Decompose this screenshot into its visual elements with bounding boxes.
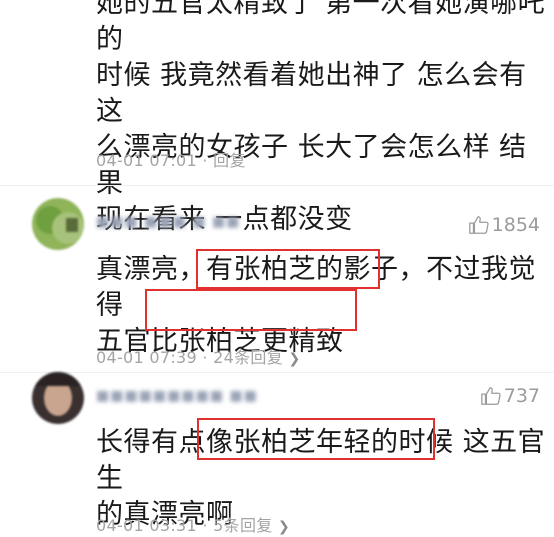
comment-time: 04-01 03:31 <box>96 516 197 535</box>
replies-button[interactable]: 5条回复 <box>213 516 272 535</box>
like-count: 1854 <box>491 214 540 236</box>
username[interactable]: ■■■ ■■■ ■ ■■ <box>96 214 240 230</box>
comment-1-meta: 04-01 07:39 · 24条回复 ❯ <box>96 344 300 368</box>
chevron-right-icon: ❯ <box>288 351 301 367</box>
chevron-right-icon: ❯ <box>277 519 290 535</box>
highlight-box <box>197 418 435 460</box>
avatar[interactable] <box>32 372 84 424</box>
replies-button[interactable]: 24条回复 <box>213 348 283 367</box>
comment-2-meta: 04-01 03:31 · 5条回复 ❯ <box>96 512 290 536</box>
comment-time: 04-01 07:01 <box>96 151 197 170</box>
meta-dot: · <box>202 151 208 170</box>
highlight-box <box>145 289 357 331</box>
comment-0-meta: 04-01 07:01 · 回复 <box>96 147 246 171</box>
like-button[interactable]: 737 <box>480 385 540 407</box>
like-count: 737 <box>503 385 540 407</box>
comment-0-text: 她的五官太精致了 第一次看她演哪吒的 时候 我竟然看着她出神了 怎么会有这 么漂… <box>96 0 546 238</box>
reply-button[interactable]: 回复 <box>213 151 246 170</box>
avatar-image <box>32 198 84 250</box>
avatar-image <box>32 372 84 424</box>
avatar[interactable] <box>32 198 84 250</box>
meta-dot: · <box>202 348 208 367</box>
divider <box>0 372 554 373</box>
meta-dot: · <box>202 516 208 535</box>
comment-0-line: 她的五官太精致了 第一次看她演哪吒的 <box>96 0 546 55</box>
comment-0-line: 时候 我竟然看着她出神了 怎么会有这 <box>96 60 527 127</box>
thumbs-up-icon <box>480 387 501 405</box>
comment-0: 她的五官太精致了 第一次看她演哪吒的 时候 我竟然看着她出神了 怎么会有这 么漂… <box>0 0 554 235</box>
divider <box>0 185 554 186</box>
comment-time: 04-01 07:39 <box>96 348 197 367</box>
highlight-box <box>196 249 380 289</box>
like-button[interactable]: 1854 <box>468 214 540 236</box>
thumbs-up-icon <box>468 216 489 234</box>
username[interactable]: ■■■■■■■■■ ■■ <box>96 388 258 404</box>
